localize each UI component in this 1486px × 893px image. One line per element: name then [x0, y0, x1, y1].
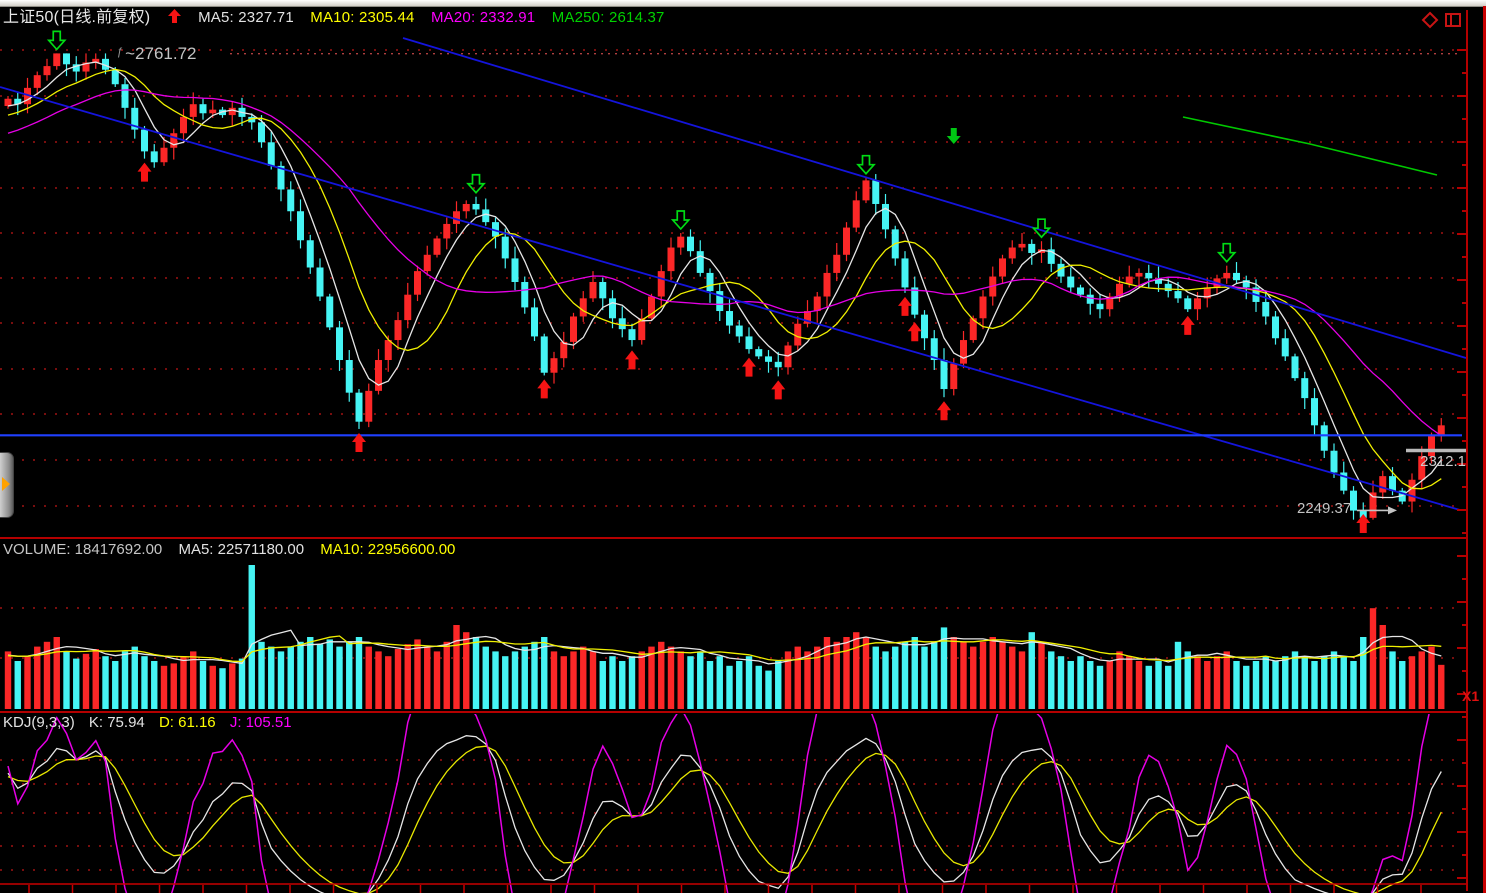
- expand-arrow-icon: [2, 477, 10, 491]
- volume-readout: VOLUME: 18417692.00: [3, 541, 162, 558]
- volume-ma10-readout: MA10: 22956600.00: [320, 541, 455, 558]
- ma5-readout: MA5: 2327.71: [198, 9, 294, 26]
- zoom-indicator-label: X1: [1462, 688, 1479, 704]
- buy-signal-arrow: [537, 379, 551, 398]
- trendlines-layer: [0, 38, 1467, 514]
- panel-expand-handle[interactable]: [0, 452, 14, 518]
- ma20-readout: MA20: 2332.91: [431, 9, 535, 26]
- buy-signal-arrow: [138, 163, 152, 182]
- kdj-header: KDJ(9,3,3) K: 75.94 D: 61.16 J: 105.51: [3, 714, 302, 732]
- axis-layer: [0, 6, 1485, 893]
- flag-mark: ƒ: [117, 46, 123, 58]
- kdj-j-readout: J: 105.51: [230, 714, 292, 731]
- sell-signal-arrow: [468, 175, 484, 193]
- buy-signal-arrow: [908, 322, 922, 341]
- kdj-d-readout: D: 61.16: [159, 714, 216, 731]
- kdj-k-readout: K: 75.94: [89, 714, 145, 731]
- period-low-label: 2249.37: [1297, 500, 1351, 517]
- kdj-name: KDJ(9,3,3): [3, 714, 75, 731]
- stock-chart-window: 上证50(日线.前复权) MA5: 2327.71 MA10: 2305.44 …: [0, 0, 1486, 893]
- buy-signal-arrow: [742, 358, 756, 377]
- buy-signal-arrow: [771, 380, 785, 399]
- symbol-title: 上证50(日线.前复权): [3, 9, 150, 26]
- volume-layer: [5, 565, 1445, 709]
- buy-signal-arrow: [1356, 514, 1370, 533]
- buy-signal-arrow: [937, 401, 951, 420]
- split-window-icon[interactable]: [1444, 11, 1462, 34]
- sell-signal-arrow: [49, 31, 65, 49]
- buy-signal-arrow: [898, 297, 912, 316]
- volume-ma5-readout: MA5: 22571180.00: [178, 541, 304, 558]
- buy-signal-arrow: [625, 350, 639, 369]
- sell-signal-arrow: [1219, 244, 1235, 262]
- sell-signal-arrow: [858, 156, 874, 174]
- gridlines-layer: [0, 50, 1462, 870]
- buy-signal-arrow: [1181, 316, 1195, 335]
- ma250-readout: MA250: 2614.37: [552, 9, 665, 26]
- volume-header: VOLUME: 18417692.00 MA5: 22571180.00 MA1…: [3, 541, 467, 559]
- ma10-readout: MA10: 2305.44: [310, 9, 414, 26]
- signal-up-icon: [167, 8, 182, 29]
- chart-canvas[interactable]: [0, 0, 1486, 893]
- main-chart-header: 上证50(日线.前复权) MA5: 2327.71 MA10: 2305.44 …: [3, 8, 677, 26]
- last-price-label: 2312.1: [1402, 453, 1466, 470]
- sell-signal-arrow: [1034, 219, 1050, 237]
- diamond-marker-icon[interactable]: [1421, 11, 1439, 34]
- sell-signal-arrow: [673, 211, 689, 229]
- period-high-label: ƒ~2761.72: [117, 44, 197, 64]
